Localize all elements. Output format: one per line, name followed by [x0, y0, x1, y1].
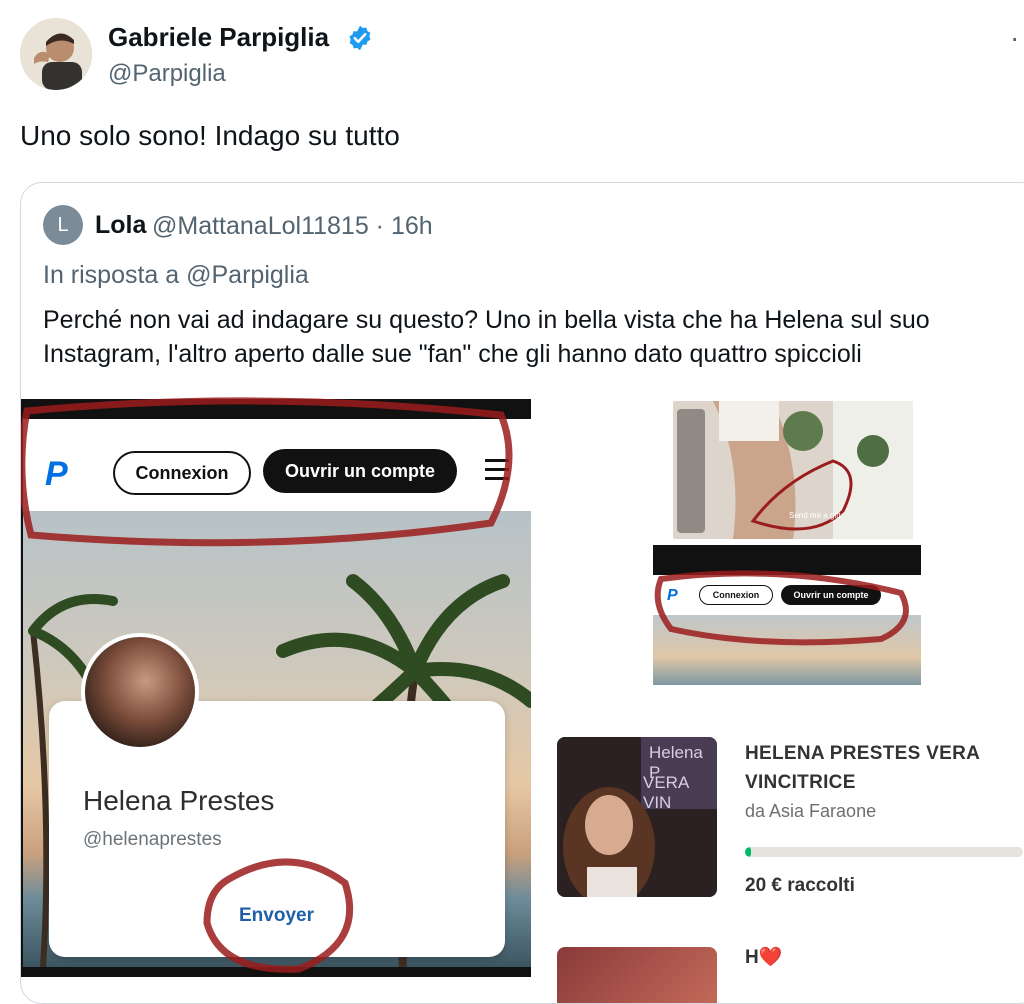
quoted-avatar[interactable]: L	[43, 205, 83, 245]
paypal-page: P Connexion Ouvrir un compte Helena Pres…	[23, 419, 531, 967]
connexion-button-small[interactable]: Connexion	[699, 585, 773, 605]
paypal-logo-small-icon: P	[667, 587, 678, 604]
gift-label[interactable]: Send me a gift	[789, 511, 841, 520]
instagram-screenshot[interactable]: Send me a gift	[673, 401, 913, 539]
profile-handle: @helenaprestes	[83, 829, 222, 850]
thumb-text-2: VERA VIN	[643, 773, 689, 812]
fundraiser-thumbnail[interactable]: Helena P VERA VIN	[557, 737, 717, 897]
menu-icon[interactable]	[485, 459, 509, 486]
paypal-screenshot[interactable]: P Connexion Ouvrir un compte Helena Pres…	[21, 399, 531, 977]
paypal-logo-icon: P	[45, 455, 68, 493]
fundraiser-progress-bar	[745, 847, 1023, 857]
envoyer-button[interactable]: Envoyer	[239, 905, 314, 927]
quoted-name[interactable]: Lola	[95, 211, 146, 240]
author-name[interactable]: Gabriele Parpiglia	[108, 22, 329, 53]
author-avatar[interactable]	[20, 18, 92, 90]
fundraiser-2-thumbnail[interactable]	[557, 947, 717, 1003]
more-options-button[interactable]: ·	[1010, 22, 1021, 54]
quoted-tweet-card[interactable]: L Lola @MattanaLol11815 · 16h In rispost…	[20, 182, 1024, 1004]
beach-cover-small	[653, 615, 921, 685]
fundraiser-2-title[interactable]: H❤️	[745, 945, 782, 969]
quoted-handle-time: @MattanaLol11815 · 16h	[152, 212, 433, 240]
fundraiser-organizer: da Asia Faraone	[745, 801, 877, 821]
quoted-text: Perché non vai ad indagare su questo? Un…	[43, 306, 930, 368]
author-handle[interactable]: @Parpiglia	[108, 60, 226, 88]
profile-name: Helena Prestes	[83, 785, 275, 816]
reply-to-line[interactable]: In risposta a @Parpiglia	[43, 261, 309, 290]
tweet-text: Uno solo sono! Indago su tutto	[20, 120, 400, 151]
verified-badge-icon	[349, 25, 371, 51]
fundraiser-title[interactable]: HELENA PRESTES VERA VINCITRICE	[745, 739, 1024, 797]
fundraiser-progress-fill	[745, 847, 751, 857]
paypal-page-small: P Connexion Ouvrir un compte	[653, 575, 921, 685]
ouvrir-compte-button[interactable]: Ouvrir un compte	[263, 449, 457, 493]
paypal-screenshot-small[interactable]: P Connexion Ouvrir un compte	[653, 545, 921, 685]
profile-avatar	[81, 633, 199, 751]
connexion-button[interactable]: Connexion	[113, 451, 251, 495]
fundraiser-raised: 20 € raccolti	[745, 875, 855, 896]
author-photo	[20, 18, 92, 90]
ouvrir-compte-button-small[interactable]: Ouvrir un compte	[781, 585, 881, 605]
